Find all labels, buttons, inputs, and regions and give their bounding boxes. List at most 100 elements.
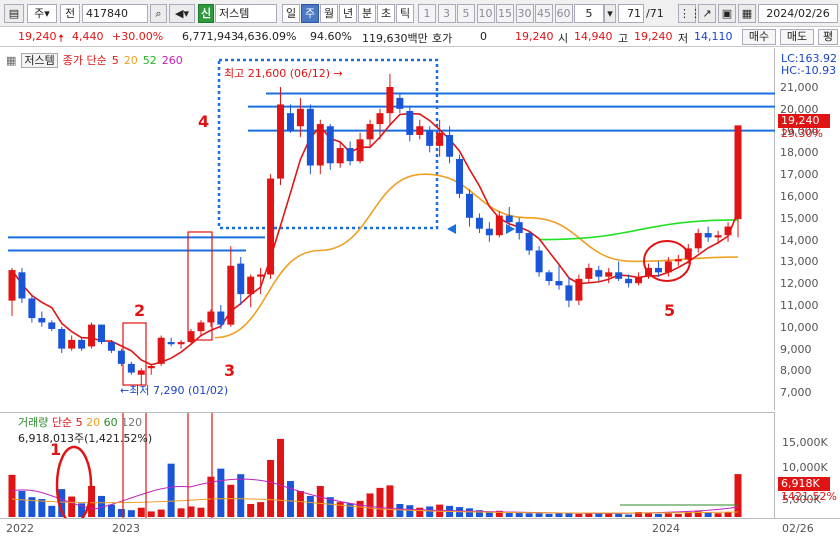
- volume-tick-10000k: 10,000K: [782, 461, 828, 474]
- candle: [8, 267, 16, 316]
- eval-button[interactable]: 평: [818, 29, 838, 45]
- candle: [475, 213, 483, 234]
- credit-badge-label: 신: [200, 7, 212, 20]
- buy-button[interactable]: 매수: [742, 29, 776, 45]
- date-input[interactable]: 2024/02/26: [758, 4, 838, 23]
- candle-body: [68, 339, 76, 349]
- interval-dropdown[interactable]: ▾: [604, 4, 616, 23]
- candle: [227, 246, 235, 327]
- candle: [68, 335, 76, 351]
- volume-bar: [426, 506, 434, 517]
- period-tab-6[interactable]: 틱: [396, 4, 414, 23]
- volume-bar: [465, 508, 473, 517]
- volume-bar: [267, 459, 275, 517]
- volume-bar: [664, 513, 672, 517]
- interval-tab-30[interactable]: 30: [515, 4, 534, 23]
- volume-bar: [296, 490, 304, 517]
- current-price-tag: 19,240: [778, 114, 830, 128]
- candle: [565, 276, 573, 308]
- speaker-icon[interactable]: ◀▾: [169, 4, 195, 23]
- candle: [177, 339, 185, 349]
- period-tab-5[interactable]: 초: [377, 4, 395, 23]
- legend-ma-52: 52: [142, 54, 157, 67]
- period-tab-1[interactable]: 주: [301, 4, 319, 23]
- candle-body: [535, 250, 543, 273]
- legend-ma-20: 20: [123, 54, 138, 67]
- candle-body: [436, 132, 444, 146]
- interval-tab-45[interactable]: 45: [535, 4, 553, 23]
- candle-body: [585, 267, 593, 279]
- candle-body: [625, 278, 633, 284]
- x-label-2022: 2022: [6, 522, 34, 535]
- candle: [704, 226, 712, 242]
- search-icon[interactable]: ⌕: [150, 4, 167, 23]
- candle-body: [694, 233, 702, 249]
- price-tick: 14,000: [780, 233, 819, 247]
- stock-name[interactable]: 저스템: [215, 4, 277, 23]
- hoga-value: 0: [480, 30, 487, 43]
- volume-bar: [277, 438, 285, 517]
- volume-bar: [177, 508, 185, 517]
- period-select[interactable]: 주▾: [27, 4, 57, 23]
- candle-body: [28, 298, 36, 319]
- interval-input[interactable]: 5: [574, 4, 604, 23]
- sell-button[interactable]: 매도: [780, 29, 814, 45]
- price-tick: 7,000: [780, 386, 812, 400]
- interval-tab-3[interactable]: 3: [437, 4, 456, 23]
- interval-tab-1[interactable]: 1: [418, 4, 436, 23]
- candle: [416, 119, 424, 140]
- volume-ma-label: 단순: [51, 416, 73, 429]
- period-tab-4[interactable]: 분: [358, 4, 376, 23]
- candle-body: [456, 158, 464, 194]
- candle: [575, 274, 583, 305]
- candle-body: [277, 104, 285, 179]
- candle-body: [724, 226, 732, 236]
- candle-body: [366, 124, 374, 140]
- candle-body: [426, 130, 434, 146]
- period-tab-3[interactable]: 년: [339, 4, 357, 23]
- page-total: /71: [646, 7, 664, 20]
- candle: [117, 348, 125, 367]
- code-input[interactable]: 417840: [82, 4, 148, 23]
- candle: [28, 296, 36, 323]
- candle-body: [495, 215, 503, 236]
- volume-bar: [48, 505, 56, 517]
- interval-tab-60[interactable]: 60: [554, 4, 573, 23]
- candle: [615, 261, 623, 282]
- interval-tab-15[interactable]: 15: [496, 4, 514, 23]
- interval-tab-10[interactable]: 10: [476, 4, 495, 23]
- price-tick: 18,000: [780, 146, 819, 160]
- period-tab-0[interactable]: 일: [282, 4, 300, 23]
- candle: [147, 363, 155, 375]
- quote-row: 19,240 🠅 4,440 +30.00% 6,771,943 4,636.0…: [0, 27, 840, 47]
- mode-select[interactable]: 전: [60, 4, 80, 23]
- candle: [237, 257, 245, 305]
- draw-icon[interactable]: ↗: [698, 4, 716, 23]
- volume-legend-label: 거래량: [18, 416, 49, 429]
- legend-ma-260: 260: [161, 54, 183, 67]
- candle: [247, 274, 255, 308]
- volume-bar: [625, 514, 633, 517]
- candle: [326, 124, 334, 170]
- price-tick: 12,000: [780, 277, 819, 291]
- calendar-icon[interactable]: ▦: [738, 4, 756, 23]
- candle-body: [346, 148, 354, 162]
- save-icon[interactable]: ▣: [718, 4, 736, 23]
- candle: [267, 174, 275, 279]
- candle-body: [267, 178, 275, 275]
- grid-icon[interactable]: ⋮⋮: [678, 4, 701, 23]
- period-tab-2[interactable]: 월: [320, 4, 338, 23]
- interval-tab-5[interactable]: 5: [457, 4, 475, 23]
- candle-body: [326, 126, 334, 164]
- volume-bar: [157, 509, 165, 517]
- volume-bar: [525, 513, 533, 517]
- volume-ma-120: 120: [121, 416, 143, 429]
- price-chart[interactable]: [0, 48, 775, 410]
- ma20-line: [214, 173, 739, 339]
- menu-icon[interactable]: ▤: [4, 4, 24, 23]
- arrow-right-icon: →: [333, 67, 343, 80]
- page-input[interactable]: 71: [618, 4, 644, 23]
- price-tick: 8,000: [780, 364, 812, 378]
- candle-body: [406, 110, 414, 135]
- candle: [545, 270, 553, 286]
